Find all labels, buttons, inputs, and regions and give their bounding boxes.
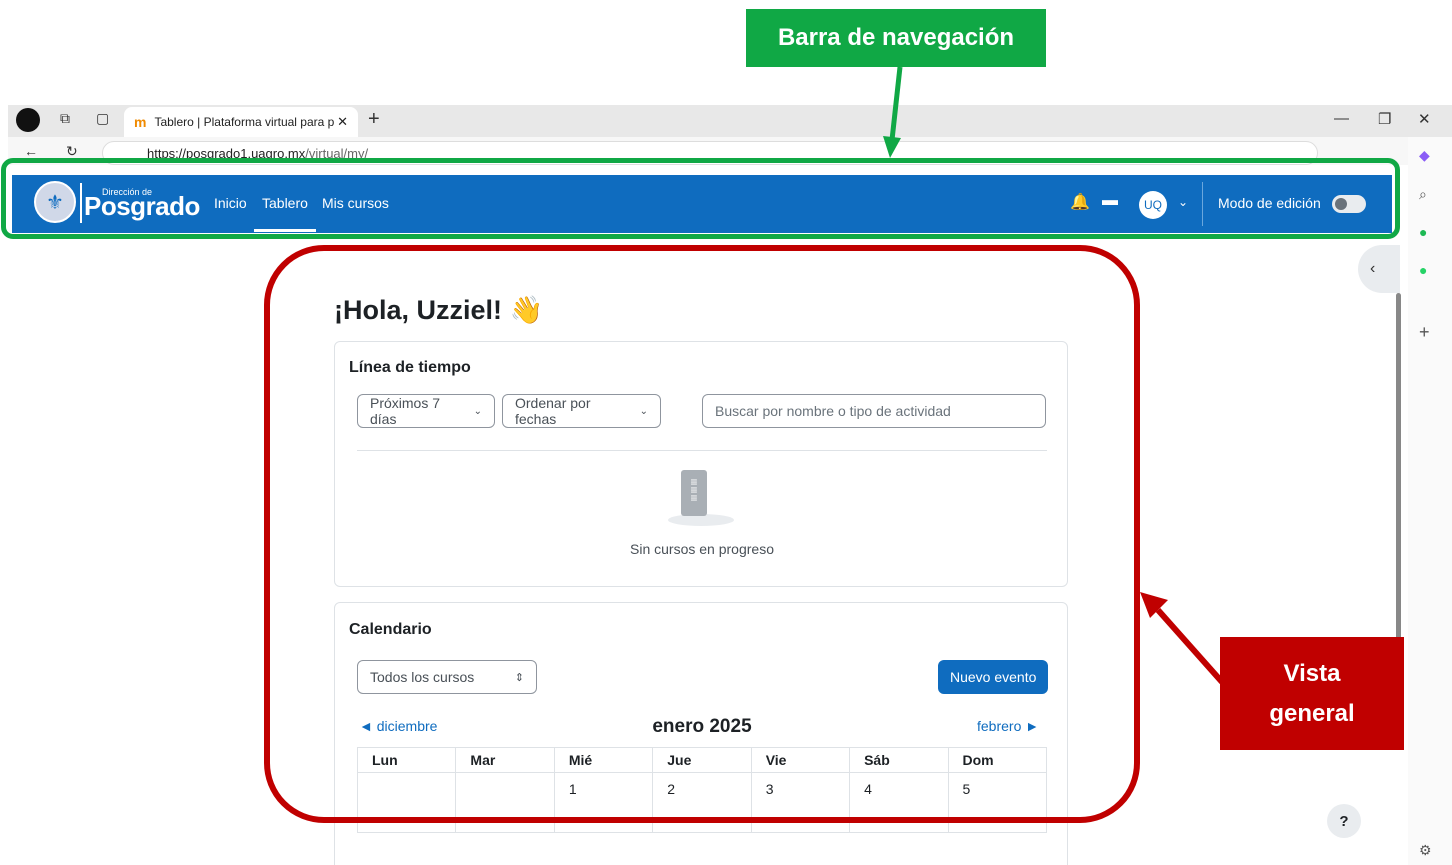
timeline-empty-text: Sin cursos en progreso — [630, 541, 774, 557]
calendar-day[interactable]: 5 — [947, 772, 1048, 833]
new-event-button[interactable]: Nuevo evento — [938, 660, 1049, 694]
university-seal-icon: ⚜ — [34, 181, 76, 223]
copilot-icon[interactable]: ◆ — [1419, 147, 1430, 164]
calendar-card: Calendario Todos los cursos ⇕ Nuevo even… — [334, 602, 1068, 865]
calendar-day[interactable] — [356, 772, 457, 833]
url-path: /virtual/my/ — [305, 146, 369, 161]
next-month-label: febrero — [977, 718, 1022, 734]
calendar-day[interactable]: 4 — [849, 772, 949, 833]
sort-label: Ordenar por fechas — [515, 395, 591, 427]
workspaces-icon[interactable]: ⧉ — [60, 110, 70, 127]
minimize-icon[interactable]: — — [1334, 110, 1349, 127]
user-avatar[interactable]: UQ — [1139, 191, 1167, 219]
address-bar[interactable]: https://posgrado1.uagro.mx/virtual/my/ — [102, 141, 1318, 165]
weekday-header: Jue — [652, 747, 752, 773]
browser-profile-icon[interactable] — [16, 108, 40, 132]
browser-sidebar — [1408, 137, 1452, 865]
weekday-header: Mar — [455, 747, 555, 773]
weekday-header: Dom — [947, 747, 1048, 773]
restore-icon[interactable]: ❐ — [1378, 110, 1391, 128]
close-window-icon[interactable]: ✕ — [1418, 110, 1431, 128]
edit-mode-label: Modo de edición — [1218, 195, 1321, 211]
add-sidebar-icon[interactable]: + — [1419, 322, 1430, 343]
refresh-icon[interactable]: ↻ — [66, 143, 78, 160]
timeline-filter-dropdown[interactable]: Próximos 7 días ⌄ — [357, 394, 495, 428]
weekday-header: Lun — [356, 747, 457, 773]
course-select[interactable]: Todos los cursos ⇕ — [357, 660, 537, 694]
close-tab-icon[interactable]: ✕ — [337, 114, 348, 130]
callout-line-1: Vista — [1283, 659, 1341, 687]
nav-link-inicio[interactable]: Inicio — [214, 195, 247, 211]
navbar-callout: Barra de navegación — [746, 9, 1046, 67]
top-navbar: ⚜ Dirección de Posgrado Inicio Tablero M… — [12, 175, 1392, 233]
whatsapp-icon[interactable]: ● — [1419, 262, 1427, 278]
nav-link-mis-cursos[interactable]: Mis cursos — [322, 195, 389, 211]
updown-icon: ⇕ — [514, 671, 524, 684]
arrow-right-icon: ► — [1021, 718, 1040, 734]
moodle-favicon-icon: m — [134, 114, 147, 130]
logo-title[interactable]: Posgrado — [84, 191, 200, 222]
chevron-down-icon: ⌄ — [639, 405, 648, 417]
weekday-header: Sáb — [849, 747, 949, 773]
chevron-down-icon[interactable]: ⌄ — [1178, 195, 1188, 209]
url-host: https://posgrado1.uagro.mx — [147, 146, 306, 161]
chevron-left-icon: ‹ — [1370, 260, 1376, 277]
callout-line-2: general — [1269, 699, 1355, 727]
new-tab-button[interactable]: + — [368, 108, 380, 131]
tab-title: Tablero | Plataforma virtual para p — [154, 115, 335, 129]
timeline-search-input[interactable]: Buscar por nombre o tipo de actividad — [702, 394, 1046, 428]
filter-label: Próximos 7 días — [370, 395, 441, 427]
calendar-day[interactable]: 1 — [553, 772, 654, 833]
page-scrollbar[interactable] — [1394, 245, 1402, 865]
spotify-icon[interactable]: ● — [1419, 224, 1427, 240]
tab-actions-icon[interactable]: ▢ — [96, 110, 109, 127]
main-view-callout: Vista general — [1220, 637, 1404, 750]
timeline-divider — [357, 450, 1047, 451]
back-icon[interactable]: ← — [24, 143, 38, 159]
chevron-down-icon: ⌄ — [473, 405, 482, 417]
page-greeting: ¡Hola, Uzziel! 👋 — [334, 295, 544, 325]
edit-mode-toggle[interactable] — [1332, 195, 1366, 213]
calendar-day[interactable] — [455, 772, 555, 833]
browser-tab[interactable]: m Tablero | Plataforma virtual para p ✕ — [124, 107, 358, 137]
search-icon[interactable]: ⌕ — [1419, 186, 1427, 203]
message-icon[interactable]: ▬ — [1102, 192, 1118, 210]
calendar-title: Calendario — [349, 621, 432, 638]
red-arrow-line — [1155, 608, 1225, 684]
next-month-link[interactable]: febrero ► — [977, 718, 1039, 734]
course-select-label: Todos los cursos — [370, 669, 475, 685]
nav-link-tablero[interactable]: Tablero — [254, 195, 316, 232]
red-arrow-head — [1140, 592, 1168, 618]
help-button[interactable]: ? — [1327, 804, 1361, 838]
timeline-sort-dropdown[interactable]: Ordenar por fechas ⌄ — [502, 394, 661, 428]
settings-gear-icon[interactable]: ⚙ — [1419, 842, 1432, 859]
calendar-day[interactable]: 2 — [652, 772, 752, 833]
bell-icon[interactable]: 🔔 — [1070, 192, 1090, 212]
timeline-title: Línea de tiempo — [349, 359, 471, 376]
calendar-grid: Lun Mar Mié Jue Vie Sáb Dom 1 2 3 4 5 — [356, 747, 1048, 833]
logo-divider — [80, 183, 82, 223]
weekday-header: Vie — [750, 747, 851, 773]
empty-list-icon: ≡ ≡ ≡ — [681, 470, 707, 516]
navbar-divider — [1202, 182, 1203, 226]
calendar-day[interactable]: 3 — [750, 772, 851, 833]
current-month: enero 2025 — [652, 716, 752, 737]
weekday-header: Mié — [553, 747, 654, 773]
timeline-card: Línea de tiempo Próximos 7 días ⌄ Ordena… — [334, 341, 1068, 587]
